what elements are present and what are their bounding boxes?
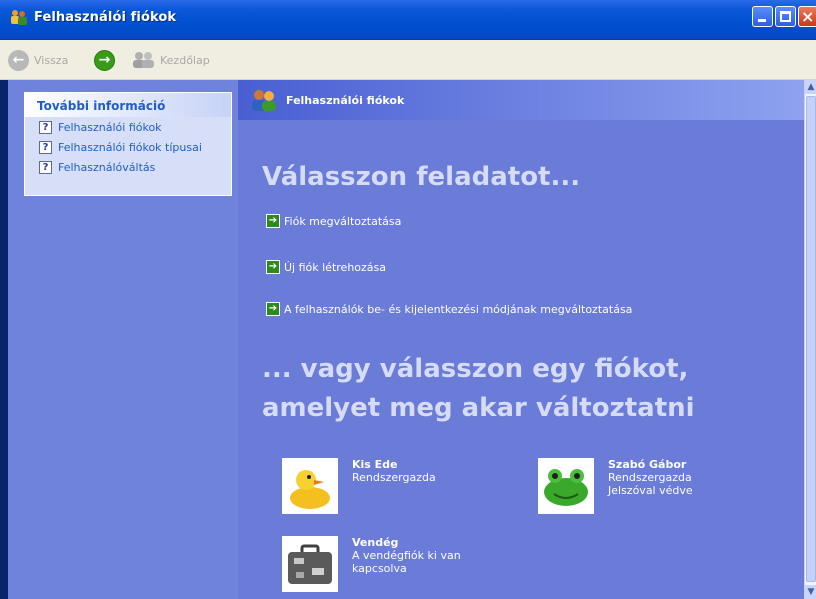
help-icon: ? [39,120,52,134]
pick-task-heading: Válasszon feladatot... [262,162,581,192]
help-icon: ? [39,140,52,154]
more-info-box: További információ ? Felhasználói fiókok… [24,92,232,196]
task-label: Új fiók létrehozása [284,260,387,274]
scroll-up-button[interactable]: ▲ [805,80,816,94]
task-create-account[interactable]: ➔ Új fiók létrehozása [266,260,386,274]
arrow-right-icon: ➔ [266,214,280,228]
task-label: A felhasználók be- és kijelentkezési mód… [284,302,633,316]
rubber-duck-picture [282,458,338,514]
account-szabo-gabor[interactable]: Szabó Gábor Rendszergazda Jelszóval védv… [538,458,693,514]
sidebar-link-label: Felhasználói fiókok [58,120,162,134]
side-pane: További információ ? Felhasználói fiókok… [8,80,238,599]
account-password-status: Jelszóval védve [608,484,693,497]
back-button[interactable]: ← Vissza [8,40,68,80]
maximize-icon [780,11,791,22]
main-header: Felhasználói fiókok [238,80,804,120]
chevron-down-icon: ▼ [807,587,815,597]
account-status: A vendégfiók ki van [352,549,461,562]
minimize-button[interactable] [752,6,773,27]
vertical-scrollbar[interactable]: ▲ ▼ [804,80,816,599]
more-info-header[interactable]: További információ [25,93,231,117]
window-title: Felhasználói fiókok [34,10,177,25]
account-vendeg[interactable]: Vendég A vendégfiók ki van kapcsolva [282,536,461,592]
arrow-right-icon: ➔ [266,302,280,316]
frog-picture [538,458,594,514]
back-label: Vissza [34,53,69,67]
home-button[interactable]: Kezdőlap [132,40,210,80]
account-type: Rendszergazda [352,471,436,484]
close-button[interactable]: × [798,6,816,27]
scroll-thumb[interactable] [806,96,816,582]
sidebar-link-label: Felhasználóváltás [58,160,156,174]
home-users-icon [133,52,154,68]
close-icon: × [801,7,815,26]
user-accounts-icon [252,90,276,111]
main-pane: Felhasználói fiókok Válasszon feladatot.… [238,80,804,599]
account-name: Vendég [352,536,399,549]
account-type: Rendszergazda [608,471,692,484]
account-name: Szabó Gábor [608,458,687,471]
task-change-account[interactable]: ➔ Fiók megváltoztatása [266,214,401,228]
sidebar-link-label: Felhasználói fiókok típusai [58,140,202,154]
forward-button[interactable]: → [94,40,120,80]
arrow-right-icon: ➔ [266,260,280,274]
back-arrow-icon: ← [8,49,29,71]
toolbar: ← Vissza → Kezdőlap [0,40,816,80]
scroll-down-button[interactable]: ▼ [805,585,816,599]
help-icon: ? [39,160,52,174]
main-header-title: Felhasználói fiókok [286,94,405,107]
home-label: Kezdőlap [160,53,210,67]
pick-account-heading: ... vagy válasszon egy fiókot, amelyet m… [262,354,695,423]
sidebar-link-switch-user[interactable]: ? Felhasználóváltás [25,157,231,177]
title-bar[interactable]: Felhasználói fiókok × [0,0,816,40]
user-accounts-icon [11,10,27,25]
task-change-logon-method[interactable]: ➔ A felhasználók be- és kijelentkezési m… [266,302,632,316]
chevron-up-icon: ▲ [807,82,815,92]
forward-arrow-icon: → [94,49,115,71]
account-kis-ede[interactable]: Kis Ede Rendszergazda [282,458,436,514]
account-status: kapcsolva [352,562,407,575]
minimize-icon [758,19,766,22]
sidebar-link-account-types[interactable]: ? Felhasználói fiókok típusai [25,137,231,157]
task-label: Fiók megváltoztatása [284,214,402,228]
account-name: Kis Ede [352,458,398,471]
maximize-button[interactable] [775,6,796,27]
suitcase-picture [282,536,338,592]
sidebar-link-user-accounts[interactable]: ? Felhasználói fiókok [25,117,231,137]
